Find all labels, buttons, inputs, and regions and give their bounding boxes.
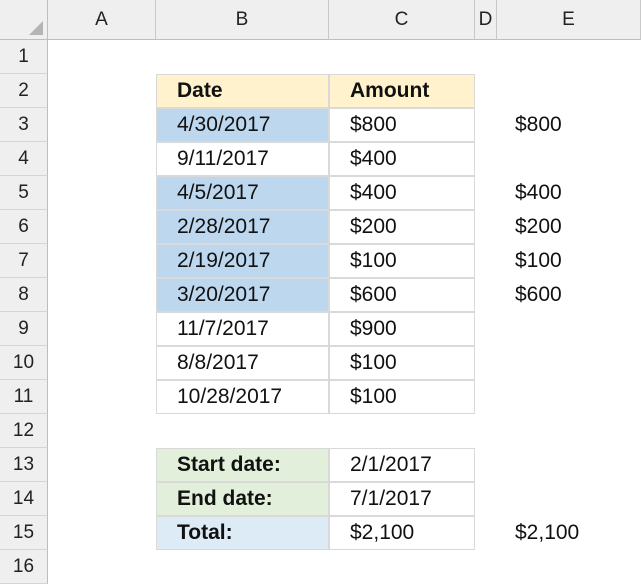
total-result-cell[interactable]: $2,100 (497, 516, 641, 550)
date-cell[interactable]: 9/11/2017 (156, 142, 329, 176)
date-cell[interactable]: 2/28/2017 (156, 210, 329, 244)
amount-cell[interactable]: $600 (329, 278, 475, 312)
header-amount-cell[interactable]: Amount (329, 74, 475, 108)
column-header-c[interactable]: C (329, 0, 475, 40)
start-date-label[interactable]: Start date: (156, 448, 329, 482)
amount-cell[interactable]: $400 (329, 142, 475, 176)
total-value[interactable]: $2,100 (329, 516, 475, 550)
end-date-value[interactable]: 7/1/2017 (329, 482, 475, 516)
result-cell[interactable]: $600 (497, 278, 641, 312)
row-header-16[interactable]: 16 (0, 550, 48, 584)
row-header-10[interactable]: 10 (0, 346, 48, 380)
column-header-b[interactable]: B (156, 0, 329, 40)
row-header-1[interactable]: 1 (0, 40, 48, 74)
column-header-e[interactable]: E (497, 0, 641, 40)
total-label[interactable]: Total: (156, 516, 329, 550)
amount-cell[interactable]: $100 (329, 380, 475, 414)
row-header-13[interactable]: 13 (0, 448, 48, 482)
amount-cell[interactable]: $100 (329, 244, 475, 278)
amount-cell[interactable]: $400 (329, 176, 475, 210)
amount-cell[interactable]: $800 (329, 108, 475, 142)
row-header-4[interactable]: 4 (0, 142, 48, 176)
column-header-a[interactable]: A (48, 0, 156, 40)
row-header-9[interactable]: 9 (0, 312, 48, 346)
amount-cell[interactable]: $100 (329, 346, 475, 380)
result-cell[interactable]: $400 (497, 176, 641, 210)
amount-cell[interactable]: $900 (329, 312, 475, 346)
row-header-12[interactable]: 12 (0, 414, 48, 448)
date-cell[interactable]: 11/7/2017 (156, 312, 329, 346)
column-header-d[interactable]: D (475, 0, 497, 40)
amount-cell[interactable]: $200 (329, 210, 475, 244)
select-all-triangle-icon (29, 21, 43, 35)
row-header-11[interactable]: 11 (0, 380, 48, 414)
row-header-14[interactable]: 14 (0, 482, 48, 516)
select-all-corner[interactable] (0, 0, 48, 40)
date-cell[interactable]: 10/28/2017 (156, 380, 329, 414)
row-header-3[interactable]: 3 (0, 108, 48, 142)
spreadsheet-grid: A B C D E 1 2 3 4 5 6 7 8 9 10 11 12 13 … (0, 0, 641, 584)
result-cell[interactable]: $200 (497, 210, 641, 244)
row-header-6[interactable]: 6 (0, 210, 48, 244)
row-header-7[interactable]: 7 (0, 244, 48, 278)
result-cell[interactable]: $800 (497, 108, 641, 142)
date-cell[interactable]: 4/5/2017 (156, 176, 329, 210)
date-cell[interactable]: 3/20/2017 (156, 278, 329, 312)
row-header-8[interactable]: 8 (0, 278, 48, 312)
row-header-15[interactable]: 15 (0, 516, 48, 550)
date-cell[interactable]: 2/19/2017 (156, 244, 329, 278)
result-cell[interactable]: $100 (497, 244, 641, 278)
start-date-value[interactable]: 2/1/2017 (329, 448, 475, 482)
end-date-label[interactable]: End date: (156, 482, 329, 516)
date-cell[interactable]: 8/8/2017 (156, 346, 329, 380)
header-date-cell[interactable]: Date (156, 74, 329, 108)
row-header-2[interactable]: 2 (0, 74, 48, 108)
row-header-5[interactable]: 5 (0, 176, 48, 210)
date-cell[interactable]: 4/30/2017 (156, 108, 329, 142)
